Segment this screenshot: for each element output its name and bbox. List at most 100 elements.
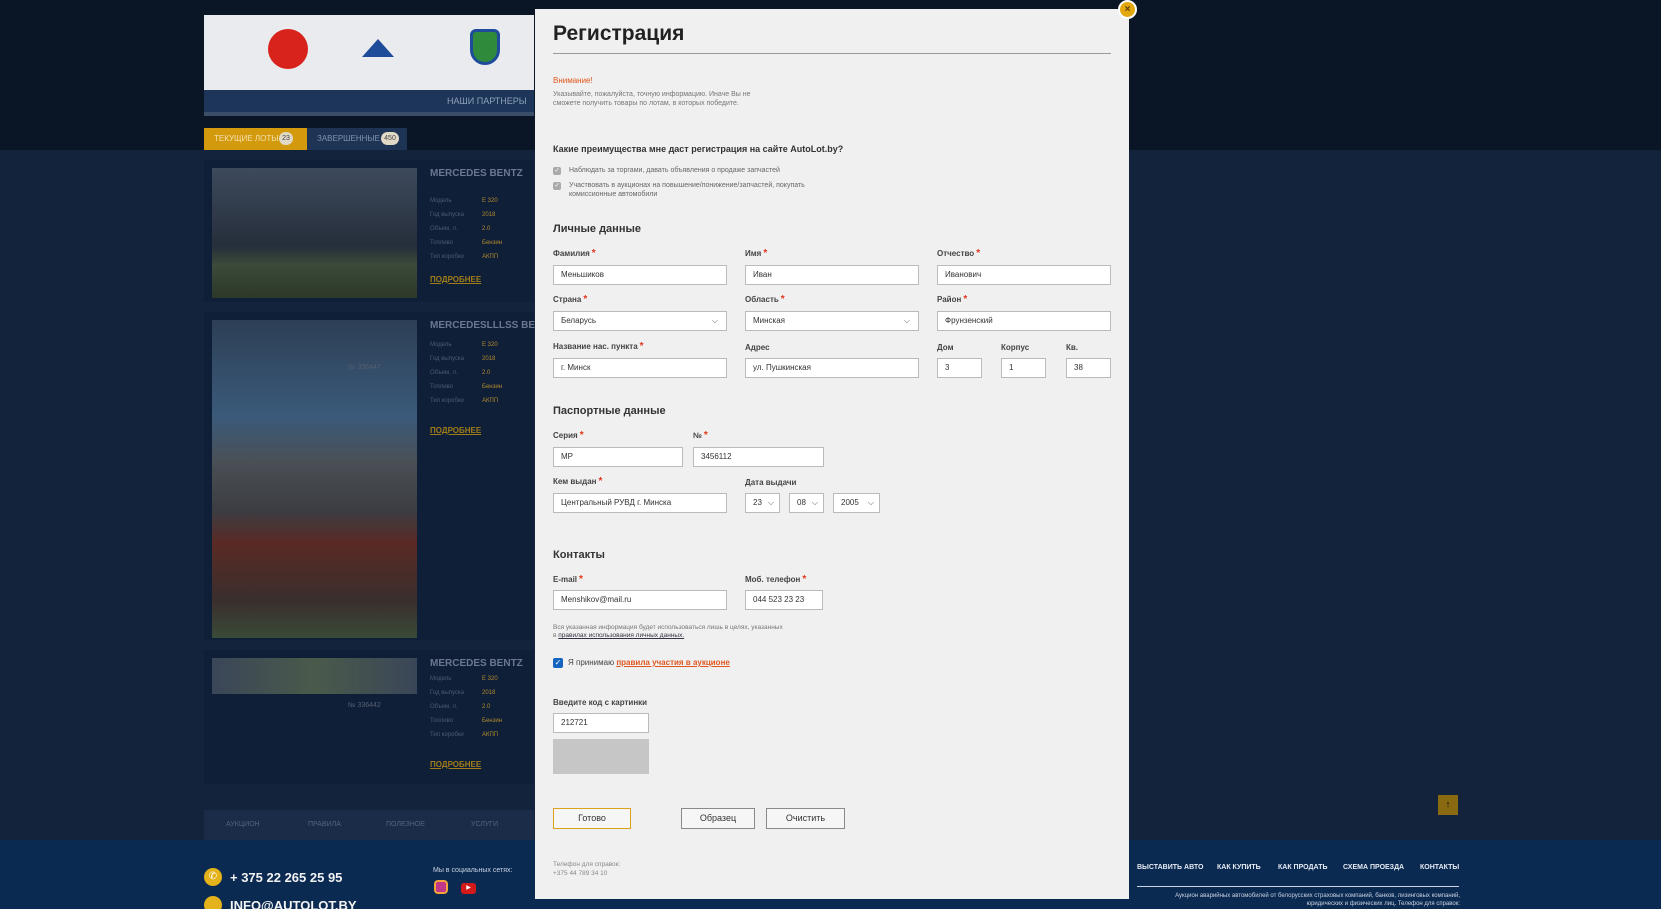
contacts-heading: Контакты <box>553 549 605 561</box>
country-select[interactable]: Беларусь ⌵ <box>553 311 727 331</box>
apt-field[interactable]: 38 <box>1066 358 1111 378</box>
footer-link-map[interactable]: СХЕМА ПРОЕЗДА <box>1343 864 1404 871</box>
bottom-nav-services[interactable]: УСЛУГИ <box>471 821 498 828</box>
house-label: Дом <box>937 343 954 352</box>
issue-year-select[interactable]: 2005 ⌵ <box>833 493 880 513</box>
bottom-nav-rules[interactable]: ПРАВИЛА <box>308 821 341 828</box>
benefits-question: Какие преимущества мне даст регистрация … <box>553 144 844 154</box>
lot-photo[interactable] <box>212 168 417 298</box>
warning-title: Внимание! <box>553 76 593 85</box>
lot-title[interactable]: MERCEDES BENTZ <box>430 168 523 179</box>
surname-field[interactable]: Меньшиков <box>553 265 727 285</box>
patronymic-field[interactable]: Иванович <box>937 265 1111 285</box>
footer-link-contacts[interactable]: КОНТАКТЫ <box>1420 864 1459 871</box>
captcha-image <box>553 739 649 774</box>
issue-day-select[interactable]: 23 ⌵ <box>745 493 780 513</box>
series-label: Серия * <box>553 430 584 441</box>
issue-month-select[interactable]: 08 ⌵ <box>789 493 824 513</box>
lot-spec-gearbox: Тип коробки АКПП <box>430 398 499 404</box>
building-label: Корпус <box>1001 343 1030 352</box>
issue-date-label: Дата выдачи <box>745 478 797 487</box>
lot-more-link[interactable]: ПОДРОБНЕЕ <box>430 760 481 769</box>
name-field[interactable]: Иван <box>745 265 919 285</box>
phone-icon: ✆ <box>204 868 222 886</box>
lot-photo[interactable] <box>212 658 417 694</box>
partners-bar: НАШИ ПАРТНЕРЫ <box>204 90 534 116</box>
series-field[interactable]: МР <box>553 447 683 467</box>
instagram-icon[interactable] <box>434 880 448 894</box>
chevron-down-icon: ⌵ <box>711 316 718 325</box>
lot-spec-fuel: Топливо Бензин <box>430 384 503 390</box>
social-label: Мы в социальных сетях: <box>433 867 513 874</box>
building-field[interactable]: 1 <box>1001 358 1046 378</box>
benefit-text: Наблюдать за торгами, давать объявления … <box>569 167 780 174</box>
partner-logo-shield[interactable] <box>470 29 500 65</box>
district-label: Район * <box>937 294 968 305</box>
consent-note: Вся указанная информация будет использов… <box>553 624 783 639</box>
bottom-nav-useful[interactable]: ПОЛЕЗНОЕ <box>386 821 425 828</box>
tab-label: ЗАВЕРШЕННЫЕ <box>317 134 380 143</box>
agree-checkbox[interactable]: ✓ <box>553 658 563 668</box>
tab-current-lots[interactable]: ТЕКУЩИЕ ЛОТЫ 23 <box>204 128 307 150</box>
scroll-top-button[interactable]: ↑ <box>1438 795 1458 815</box>
lot-photo[interactable] <box>212 320 417 638</box>
footer-link-how-sell[interactable]: КАК ПРОДАТЬ <box>1278 864 1328 871</box>
partners-strip <box>204 15 534 90</box>
lot-spec-year: Год выпуска 2018 <box>430 690 496 696</box>
lot-spec-volume: Объем, л. 2.0 <box>430 704 491 710</box>
city-field[interactable]: г. Минск <box>553 358 727 378</box>
mobile-phone-field[interactable]: 044 523 23 23 <box>745 590 823 610</box>
lot-more-link[interactable]: ПОДРОБНЕЕ <box>430 426 481 435</box>
footer-phone[interactable]: + 375 22 265 25 95 <box>230 870 342 885</box>
mobile-phone-label: Моб. телефон * <box>745 574 807 585</box>
lot-spec-volume: Объем, л. 2.0 <box>430 226 491 232</box>
registration-modal: Регистрация Внимание! Указывайте, пожалу… <box>535 9 1129 899</box>
footer-link-sell-auto[interactable]: ВЫСТАВИТЬ АВТО <box>1137 864 1203 871</box>
lot-more-link[interactable]: ПОДРОБНЕЕ <box>430 275 481 284</box>
region-select[interactable]: Минская ⌵ <box>745 311 919 331</box>
lot-spec-year: Год выпуска 2018 <box>430 212 496 218</box>
mail-icon <box>204 896 222 909</box>
footer-link-how-buy[interactable]: КАК КУПИТЬ <box>1217 864 1261 871</box>
youtube-icon[interactable]: ▶ <box>461 883 476 894</box>
lot-card[interactable]: № 336447 MERCEDESLLLSS BENTZ Модель E 320… <box>204 312 554 640</box>
captcha-field[interactable]: 212721 <box>553 713 649 733</box>
check-icon: ✓ <box>553 182 561 190</box>
chevron-down-icon: ⌵ <box>811 498 818 507</box>
house-field[interactable]: 3 <box>937 358 982 378</box>
bottom-nav-auction[interactable]: АУКЦИОН <box>226 821 260 828</box>
tab-count-badge: 450 <box>381 132 399 145</box>
close-icon[interactable]: × <box>1118 0 1137 19</box>
submit-button[interactable]: Готово <box>553 808 631 829</box>
sample-button[interactable]: Образец <box>681 808 755 829</box>
personal-heading: Личные данные <box>553 223 641 235</box>
lot-spec-volume: Объем, л. 2.0 <box>430 370 491 376</box>
partner-logo-tasko[interactable] <box>268 29 308 69</box>
bottom-nav: АУКЦИОН ПРАВИЛА ПОЛЕЗНОЕ УСЛУГИ <box>204 810 534 840</box>
tab-label: ТЕКУЩИЕ ЛОТЫ <box>214 134 279 143</box>
issued-by-field[interactable]: Центральный РУВД г. Минска <box>553 493 727 513</box>
district-field[interactable]: Фрунзенский <box>937 311 1111 331</box>
lot-number: № 336447 <box>348 364 381 371</box>
lot-spec-fuel: Топливо Бензин <box>430 240 503 246</box>
title-divider <box>553 53 1111 54</box>
lot-title[interactable]: MERCEDES BENTZ <box>430 658 523 669</box>
address-field[interactable]: ул. Пушкинская <box>745 358 919 378</box>
email-field[interactable]: Menshikov@mail.ru <box>553 590 727 610</box>
lot-card[interactable]: MERCEDES BENTZ Модель E 320 Год выпуска 20… <box>204 160 534 302</box>
lot-spec-model: Модель E 320 <box>430 676 498 682</box>
captcha-label: Введите код с картинки <box>553 698 648 707</box>
clear-button[interactable]: Очистить <box>766 808 845 829</box>
partner-logo-mountain[interactable] <box>362 39 394 57</box>
lot-spec-gearbox: Тип коробки АКПП <box>430 254 499 260</box>
tab-finished-lots[interactable]: ЗАВЕРШЕННЫЕ 450 <box>307 128 407 150</box>
footer-email[interactable]: INFO@AUTOLOT.BY <box>230 898 357 909</box>
lot-spec-gearbox: Тип коробки АКПП <box>430 732 499 738</box>
footer-description: Аукцион аварийных автомобилей от белорус… <box>1175 893 1460 907</box>
passport-number-field[interactable]: 3456112 <box>693 447 824 467</box>
privacy-rules-link[interactable]: правилах использования личных данных. <box>558 632 684 639</box>
help-phone[interactable]: +375 44 789 34 10 <box>553 869 620 878</box>
auction-rules-link[interactable]: правила участия в аукционе <box>616 658 730 667</box>
help-phone-block: Телефон для справок: +375 44 789 34 10 <box>553 860 620 878</box>
lot-card[interactable]: № 336442 MERCEDES BENTZ Модель E 320 Год … <box>204 650 534 784</box>
